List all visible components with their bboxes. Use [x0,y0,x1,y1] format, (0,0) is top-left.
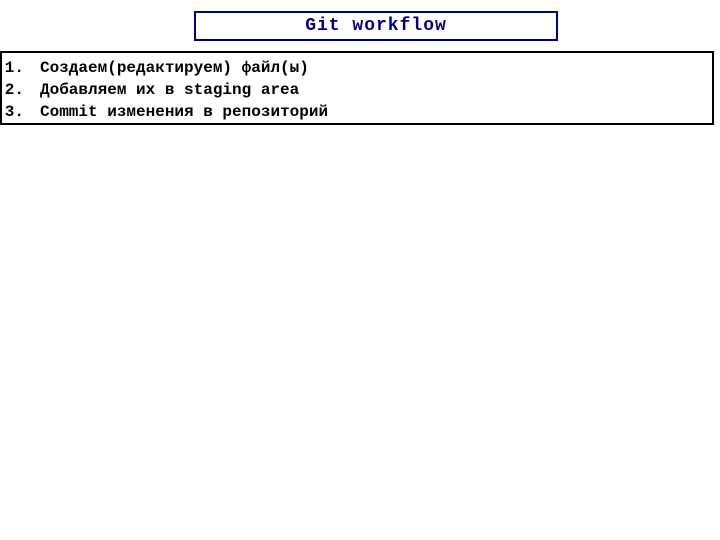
list-item: Добавляем их в staging area [2,79,712,101]
page-title: Git workflow [305,16,447,36]
list-item: Создаем(редактируем) файл(ы) [2,57,712,79]
title-box: Git workflow [194,11,558,41]
steps-box: Создаем(редактируем) файл(ы) Добавляем и… [0,51,714,125]
list-item: Commit изменения в репозиторий [2,101,712,123]
steps-list: Создаем(редактируем) файл(ы) Добавляем и… [2,57,712,123]
